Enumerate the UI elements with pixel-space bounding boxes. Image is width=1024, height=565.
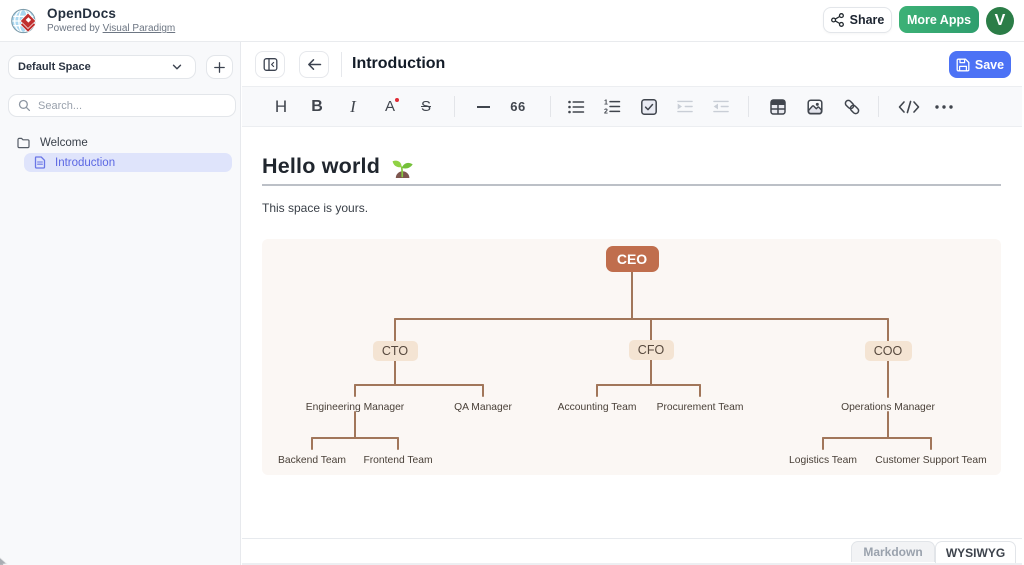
svg-text:1: 1	[604, 99, 608, 106]
svg-text:2: 2	[604, 109, 608, 114]
